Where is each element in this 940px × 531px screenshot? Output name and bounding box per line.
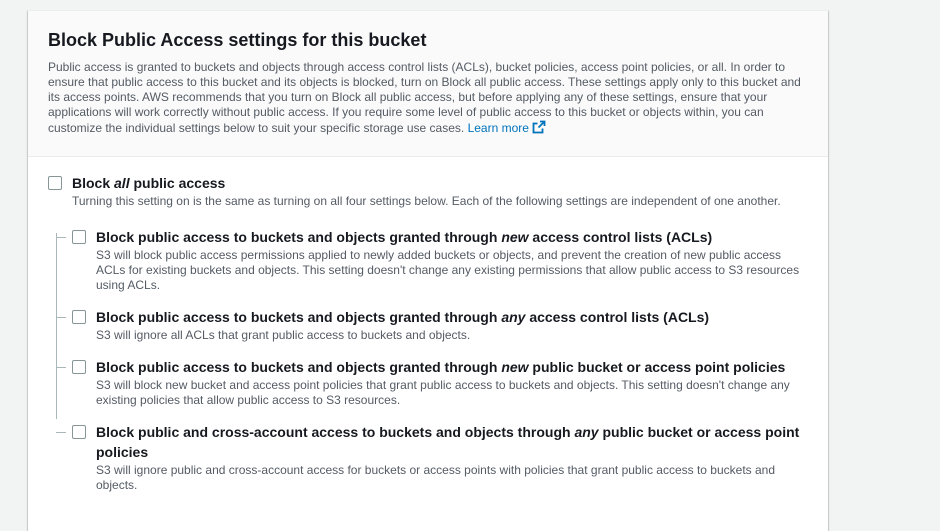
tree-branch (56, 237, 66, 238)
option-title-post: access control lists (ACLs) (525, 309, 710, 325)
tree-branch (56, 432, 66, 433)
option-title-pre: Block public and cross-account access to… (96, 424, 575, 440)
option-title-emphasis: new (501, 229, 529, 245)
block-all-public-access-option: Block all public access Turning this set… (48, 173, 808, 209)
panel-header: Block Public Access settings for this bu… (28, 11, 828, 157)
block-cross-account-description: S3 will ignore public and cross-account … (96, 463, 776, 492)
option-title-post: public bucket or access point policies (528, 359, 786, 375)
block-cross-account-option: Block public and cross-account access to… (56, 422, 810, 493)
learn-more-label: Learn more (467, 121, 529, 135)
block-all-title-post: public access (129, 175, 226, 191)
panel-body: Block all public access Turning this set… (28, 157, 828, 492)
block-new-policies-checkbox[interactable] (72, 360, 86, 374)
block-all-title-pre: Block (72, 175, 115, 191)
block-new-policies-title[interactable]: Block public access to buckets and objec… (96, 357, 810, 377)
block-all-description: Turning this setting on is the same as t… (72, 194, 781, 208)
block-all-title[interactable]: Block all public access (72, 173, 808, 193)
block-cross-account-checkbox[interactable] (72, 425, 86, 439)
learn-more-link[interactable]: Learn more (467, 120, 546, 138)
option-title-pre: Block public access to buckets and objec… (96, 359, 502, 375)
block-any-acls-checkbox[interactable] (72, 310, 86, 324)
option-title-emphasis: any (501, 309, 526, 325)
block-all-public-access-checkbox[interactable] (48, 176, 62, 190)
block-new-acls-description: S3 will block public access permissions … (96, 248, 800, 292)
block-cross-account-title[interactable]: Block public and cross-account access to… (96, 422, 810, 462)
panel-description: Public access is granted to buckets and … (48, 60, 808, 138)
option-title-emphasis: new (501, 359, 529, 375)
option-title-pre: Block public access to buckets and objec… (96, 229, 502, 245)
tree-branch (56, 367, 66, 368)
external-link-icon (532, 120, 546, 138)
tree-branch (56, 317, 66, 318)
option-title-emphasis: any (574, 424, 599, 440)
block-new-acls-checkbox[interactable] (72, 230, 86, 244)
block-new-policies-description: S3 will block new bucket and access poin… (96, 378, 790, 407)
option-title-post: access control lists (ACLs) (528, 229, 713, 245)
option-title-pre: Block public access to buckets and objec… (96, 309, 502, 325)
block-new-policies-option: Block public access to buckets and objec… (56, 357, 810, 408)
panel-description-text: Public access is granted to buckets and … (48, 60, 801, 135)
block-all-title-emphasis: all (114, 175, 130, 191)
block-public-access-panel: Block Public Access settings for this bu… (28, 10, 828, 531)
tree-connector-line (56, 233, 57, 419)
block-new-acls-option: Block public access to buckets and objec… (56, 227, 810, 293)
block-any-acls-title[interactable]: Block public access to buckets and objec… (96, 307, 810, 327)
block-new-acls-title[interactable]: Block public access to buckets and objec… (96, 227, 810, 247)
block-any-acls-option: Block public access to buckets and objec… (56, 307, 810, 343)
panel-title: Block Public Access settings for this bu… (48, 30, 427, 50)
block-any-acls-description: S3 will ignore all ACLs that grant publi… (96, 328, 471, 342)
